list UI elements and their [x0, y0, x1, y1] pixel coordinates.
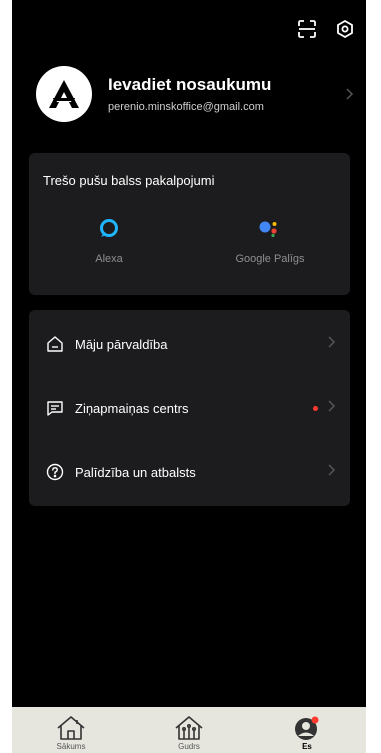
menu-item-label: Ziņapmaiņas centrs — [75, 400, 189, 416]
scan-icon[interactable] — [296, 18, 318, 40]
chevron-right-icon — [328, 463, 336, 481]
profile-info: Ievadiet nosaukumu perenio.minskoffice@g… — [108, 75, 344, 113]
avatar — [36, 66, 92, 122]
tab-profile[interactable]: Es — [248, 707, 366, 753]
google-assistant-label: Google Palīgs — [235, 253, 305, 265]
chevron-right-icon — [344, 87, 356, 101]
top-actions — [296, 18, 356, 40]
tab-smart[interactable]: Gudrs — [130, 707, 248, 753]
voice-services-title: Trešo pušu balss pakalpojumi — [43, 173, 215, 188]
profile-row[interactable]: Ievadiet nosaukumu perenio.minskoffice@g… — [36, 66, 356, 122]
chevron-right-icon — [328, 335, 336, 353]
settings-icon[interactable] — [334, 18, 356, 40]
home-icon — [56, 711, 86, 741]
profile-name: Ievadiet nosaukumu — [108, 75, 272, 94]
profile-email: perenio.minskoffice@gmail.com — [108, 101, 264, 113]
app-screen: Ievadiet nosaukumu perenio.minskoffice@g… — [12, 0, 366, 753]
house-icon — [45, 334, 65, 354]
alexa-service[interactable]: Alexa — [29, 217, 189, 265]
tab-label: Gudrs — [178, 742, 200, 751]
menu-item-label: Māju pārvaldība — [75, 336, 168, 352]
notification-dot — [313, 405, 318, 411]
message-icon — [45, 398, 65, 418]
menu-item-home-management[interactable]: Māju pārvaldība — [29, 322, 350, 366]
menu-item-label: Palīdzība un atbalsts — [75, 464, 196, 480]
google-assistant-icon — [258, 217, 282, 239]
google-assistant-service[interactable]: Google Palīgs — [190, 217, 350, 265]
voice-services-card: Trešo pušu balss pakalpojumi Alexa Googl… — [29, 153, 350, 295]
alexa-label: Alexa — [95, 253, 123, 265]
tab-label: Es — [302, 742, 312, 751]
smart-home-icon — [174, 711, 204, 741]
profile-icon — [292, 711, 322, 741]
brand-logo-icon — [49, 80, 79, 108]
chevron-right-icon — [328, 399, 336, 417]
help-icon — [45, 462, 65, 482]
menu-item-message-center[interactable]: Ziņapmaiņas centrs — [29, 386, 350, 430]
tab-label: Sākums — [56, 742, 86, 751]
alexa-icon — [97, 217, 121, 239]
menu-item-help-support[interactable]: Palīdzība un atbalsts — [29, 450, 350, 494]
tab-home[interactable]: Sākums — [12, 707, 130, 753]
bottom-tab-bar: Sākums Gudrs Es — [12, 707, 366, 753]
menu-card: Māju pārvaldība Ziņapmaiņas centrs Palīd… — [29, 310, 350, 506]
